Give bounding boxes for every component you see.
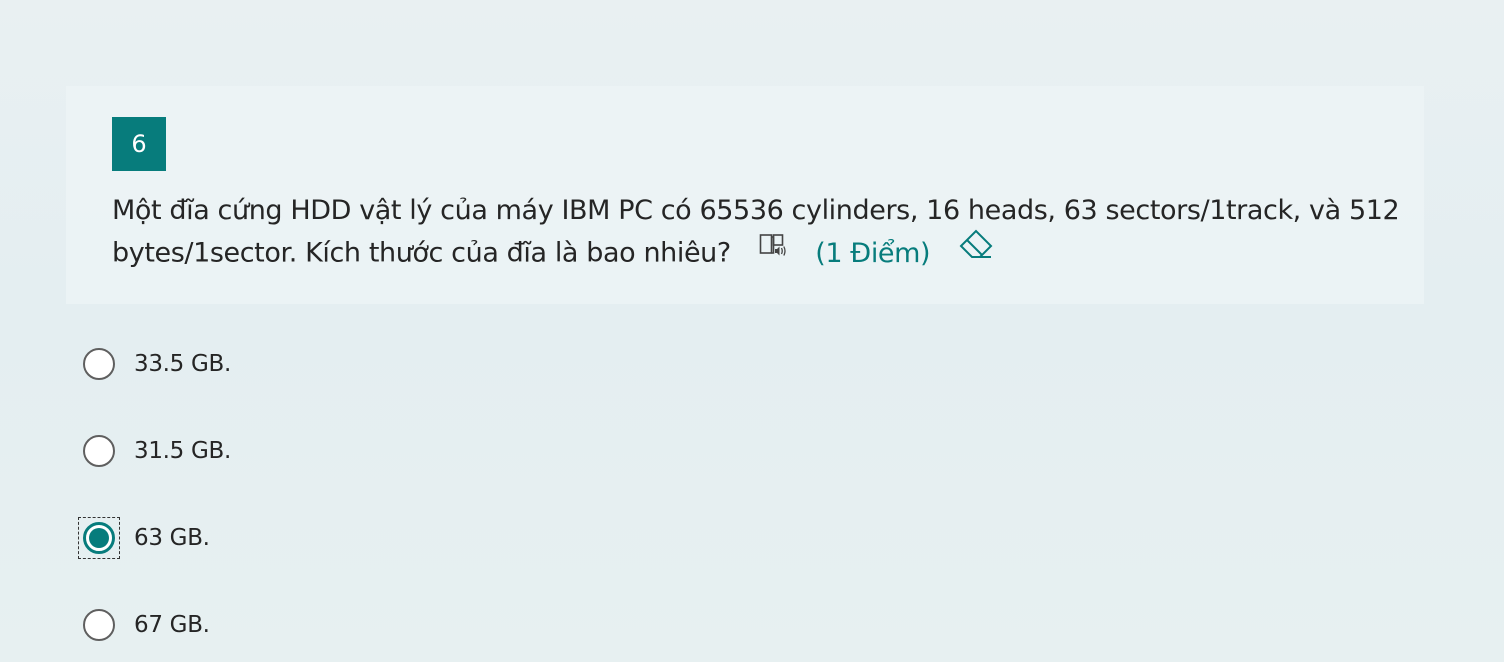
answer-option-3[interactable]: 63 GB.: [78, 516, 210, 560]
points-label: (1 Điểm): [815, 237, 931, 269]
radio-button-selected[interactable]: [83, 522, 115, 554]
question-title: Một đĩa cứng HDD vật lý của máy IBM PC c…: [112, 191, 1402, 277]
radio-button[interactable]: [83, 348, 115, 380]
question-number-badge: 6: [112, 117, 166, 171]
radio-button[interactable]: [83, 435, 115, 467]
answer-option-label: 63 GB.: [134, 525, 210, 551]
radio-focus-wrap: [78, 604, 120, 646]
immersive-reader-icon[interactable]: [759, 231, 789, 271]
radio-focus-wrap: [78, 517, 120, 559]
question-text: Một đĩa cứng HDD vật lý của máy IBM PC c…: [112, 195, 1400, 269]
radio-button[interactable]: [83, 609, 115, 641]
radio-focus-wrap: [78, 430, 120, 472]
answer-option-2[interactable]: 31.5 GB.: [78, 429, 231, 473]
answer-option-4[interactable]: 67 GB.: [78, 603, 210, 647]
answer-option-label: 31.5 GB.: [134, 438, 232, 464]
answer-option-1[interactable]: 33.5 GB.: [78, 342, 231, 386]
answer-option-label: 33.5 GB.: [134, 351, 232, 377]
eraser-icon[interactable]: [958, 228, 994, 274]
radio-focus-wrap: [78, 343, 120, 385]
answer-option-label: 67 GB.: [134, 612, 210, 638]
